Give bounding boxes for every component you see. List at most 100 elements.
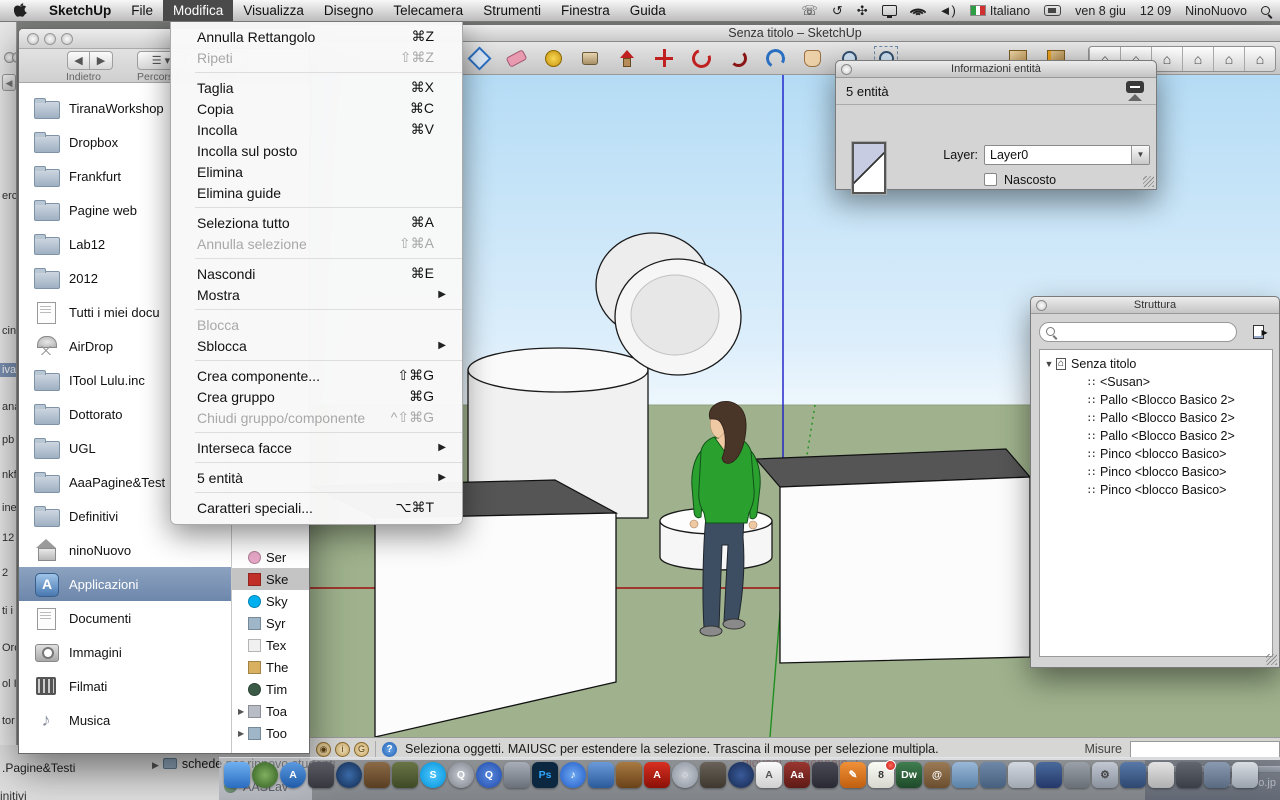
- select-tool[interactable]: [466, 45, 492, 71]
- menu-item[interactable]: Interseca facce ▶: [171, 437, 462, 458]
- move-tool[interactable]: [651, 45, 677, 71]
- dock-icon[interactable]: [1064, 762, 1090, 788]
- dock-skype-icon[interactable]: S: [420, 762, 446, 788]
- dock-dictionary-icon[interactable]: Aa: [784, 762, 810, 788]
- dock-trash-icon[interactable]: [1232, 762, 1258, 788]
- collapse-button[interactable]: [1126, 81, 1144, 93]
- menu-item[interactable]: [171, 458, 462, 467]
- paint-bucket-tool[interactable]: [577, 45, 603, 71]
- sidebar-item-musica[interactable]: ♪ Musica: [19, 703, 231, 737]
- menu-item[interactable]: Incolla ⌘V: [171, 119, 462, 140]
- menu-item[interactable]: Copia ⌘C: [171, 98, 462, 119]
- dock-ical-icon[interactable]: 8: [868, 762, 894, 788]
- tree-item[interactable]: ∷ Pinco <blocco Basico>: [1040, 463, 1272, 481]
- outliner-title-bar[interactable]: Struttura: [1031, 297, 1279, 314]
- menu-bar-item[interactable]: Modifica: [163, 0, 233, 21]
- dock-icon[interactable]: [1008, 762, 1034, 788]
- phone-icon[interactable]: ☏: [802, 3, 818, 19]
- dock-icon[interactable]: [1204, 762, 1230, 788]
- dock-safari-icon[interactable]: [336, 762, 362, 788]
- dock-rocket-icon[interactable]: [504, 762, 530, 788]
- menu-item[interactable]: Sblocca ▶: [171, 335, 462, 356]
- tree-item[interactable]: ∷ Pinco <blocco Basico>: [1040, 445, 1272, 463]
- tree-item[interactable]: ∷ Pallo <Blocco Basico 2>: [1040, 409, 1272, 427]
- menu-item[interactable]: Elimina: [171, 161, 462, 182]
- file-list-row[interactable]: Tex: [232, 634, 310, 656]
- sidebar-item-applicazioni[interactable]: Applicazioni: [19, 567, 231, 601]
- close-icon[interactable]: [841, 64, 852, 75]
- disclosure-triangle-icon[interactable]: ▶: [238, 729, 248, 738]
- push-pull-tool[interactable]: [614, 45, 640, 71]
- help-icon[interactable]: ?: [382, 742, 397, 757]
- tree-expand-icon[interactable]: ▼: [1042, 359, 1056, 369]
- resize-handle[interactable]: [1266, 654, 1277, 665]
- menu-item[interactable]: [171, 488, 462, 497]
- dock-textedit-icon[interactable]: A: [756, 762, 782, 788]
- tree-item[interactable]: ∷ Pallo <Blocco Basico 2>: [1040, 427, 1272, 445]
- view-right-button[interactable]: ⌂: [1182, 47, 1213, 71]
- tape-measure-tool[interactable]: [540, 45, 566, 71]
- file-list-row[interactable]: Syr: [232, 612, 310, 634]
- entity-info-title-bar[interactable]: Informazioni entità: [836, 61, 1156, 78]
- wifi-icon[interactable]: [911, 5, 925, 16]
- dock-dashboard-icon[interactable]: [252, 762, 278, 788]
- dock-acrobat-icon[interactable]: A: [644, 762, 670, 788]
- menu-item[interactable]: Ripeti ⇧⌘Z: [171, 47, 462, 68]
- menu-item[interactable]: [171, 428, 462, 437]
- menu-item[interactable]: [171, 68, 462, 77]
- menu-item[interactable]: Elimina guide: [171, 182, 462, 203]
- pan-tool[interactable]: [799, 45, 825, 71]
- dock-itunes-icon[interactable]: ♪: [560, 762, 586, 788]
- status-badge-icon[interactable]: G: [354, 742, 369, 757]
- minimize-button[interactable]: [44, 33, 56, 45]
- menu-item[interactable]: Caratteri speciali... ⌥⌘T: [171, 497, 462, 518]
- menu-bar-clock[interactable]: 12 09: [1140, 4, 1171, 18]
- menu-item[interactable]: Crea gruppo ⌘G: [171, 386, 462, 407]
- menu-item[interactable]: Chiudi gruppo/componente ^⇧⌘G: [171, 407, 462, 428]
- dock-camera-icon[interactable]: [700, 762, 726, 788]
- dock-icon[interactable]: [980, 762, 1006, 788]
- menu-bar-item[interactable]: Finestra: [551, 0, 620, 21]
- disclosure-triangle-icon[interactable]: ▶: [238, 707, 248, 716]
- menu-bar-item[interactable]: Telecamera: [383, 0, 473, 21]
- dock-pencil-icon[interactable]: ✎: [840, 762, 866, 788]
- view-left-button[interactable]: ⌂: [1244, 47, 1275, 71]
- dock-mail-icon[interactable]: [588, 762, 614, 788]
- menu-bar-item[interactable]: Visualizza: [233, 0, 314, 21]
- dock-q-icon[interactable]: Q: [476, 762, 502, 788]
- menu-item[interactable]: Mostra ▶: [171, 284, 462, 305]
- tree-item[interactable]: ▼ ⌂ Senza titolo: [1040, 355, 1272, 373]
- menu-bar-item[interactable]: File: [121, 0, 163, 21]
- tree-item[interactable]: ∷ Pinco <blocco Basico>: [1040, 481, 1272, 499]
- user-menu[interactable]: NinoNuovo: [1185, 4, 1247, 18]
- dock-icon[interactable]: [1148, 762, 1174, 788]
- eraser-tool[interactable]: [503, 45, 529, 71]
- rotate-tool[interactable]: [688, 45, 714, 71]
- accessibility-icon[interactable]: ✣: [857, 3, 868, 19]
- menu-item[interactable]: Annulla selezione ⇧⌘A: [171, 233, 462, 254]
- dock-globe-icon[interactable]: [728, 762, 754, 788]
- file-list-row[interactable]: The: [232, 656, 310, 678]
- menu-bar-item[interactable]: Strumenti: [473, 0, 551, 21]
- menu-item[interactable]: Taglia ⌘X: [171, 77, 462, 98]
- menu-item[interactable]: [171, 203, 462, 212]
- tree-item[interactable]: ∷ <Susan>: [1040, 373, 1272, 391]
- outliner-search-input[interactable]: [1039, 322, 1237, 342]
- dock-preview-icon[interactable]: [952, 762, 978, 788]
- spotlight-icon[interactable]: [1261, 6, 1270, 15]
- menu-item[interactable]: Annulla Rettangolo ⌘Z: [171, 26, 462, 47]
- status-badge-icon[interactable]: i: [335, 742, 350, 757]
- dock-icon[interactable]: [1036, 762, 1062, 788]
- box-right[interactable]: [756, 449, 1030, 663]
- dock-camo-icon[interactable]: [392, 762, 418, 788]
- file-list-row[interactable]: ▶ Too: [232, 722, 310, 744]
- status-badge-icon[interactable]: ◉: [316, 742, 331, 757]
- dock-dreamweaver-icon[interactable]: Dw: [896, 762, 922, 788]
- dock-quicktime-icon[interactable]: Q: [448, 762, 474, 788]
- dock-ink-icon[interactable]: [812, 762, 838, 788]
- tree-item[interactable]: ∷ Pallo <Blocco Basico 2>: [1040, 391, 1272, 409]
- sidebar-item-documenti[interactable]: Documenti: [19, 601, 231, 635]
- follow-me-tool[interactable]: [725, 45, 751, 71]
- menu-item[interactable]: [171, 356, 462, 365]
- measurements-input[interactable]: [1130, 741, 1280, 758]
